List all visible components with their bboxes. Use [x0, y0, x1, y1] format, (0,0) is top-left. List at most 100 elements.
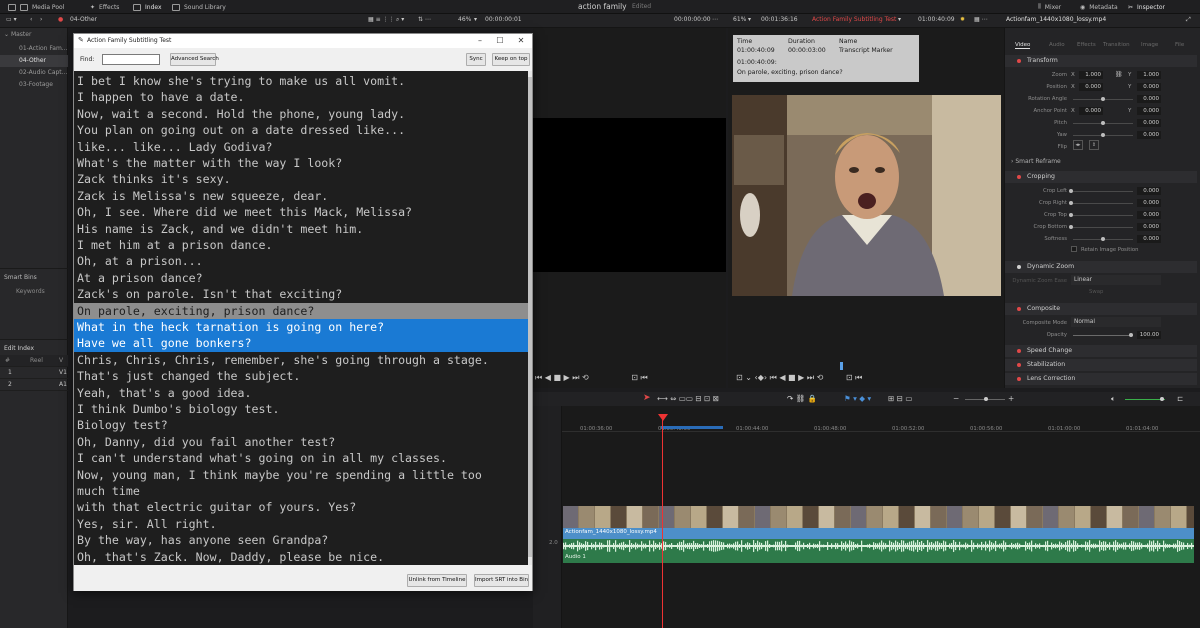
source-transport-controls[interactable]: ⏮ ◀ ■ ▶ ⏭ ⟲ ⊡ ⏮: [533, 373, 648, 383]
enable-dot-icon[interactable]: [1017, 265, 1021, 269]
yaw-field[interactable]: 0.000: [1137, 131, 1161, 139]
selection-tool-icon[interactable]: ➤: [643, 393, 651, 403]
retain-checkbox[interactable]: [1071, 246, 1077, 252]
window-titlebar[interactable]: ✎ Action Family Subtitling Test – ☐ ✕: [74, 34, 532, 48]
rotation-field[interactable]: 0.000: [1137, 95, 1161, 103]
index-button[interactable]: Index: [133, 0, 162, 14]
flag-marker-tools[interactable]: ⚑ ▾ ◆ ▾: [844, 394, 871, 403]
sort-icon[interactable]: ⇅ ⋯: [418, 16, 431, 23]
subtitle-line[interactable]: Now, wait a second. Hold the phone, youn…: [74, 106, 528, 122]
volume-slider[interactable]: [1125, 399, 1165, 400]
subtitle-text-area[interactable]: I bet I know she's trying to make us all…: [74, 71, 528, 565]
mixer-button[interactable]: ⫼ Mixer: [1038, 0, 1061, 14]
expand-icon[interactable]: ⤢: [1186, 16, 1191, 24]
anchor-y-field[interactable]: 0.000: [1137, 107, 1161, 115]
crop-bottom-slider[interactable]: [1073, 227, 1133, 228]
tab-audio[interactable]: Audio: [1049, 42, 1065, 48]
record-zoom[interactable]: 61%: [733, 16, 746, 23]
subtitle-line[interactable]: Chris, Chris, Chris, remember, she's goi…: [74, 352, 528, 368]
table-row[interactable]: 1 V1: [0, 367, 68, 379]
tab-effects[interactable]: Effects: [1077, 42, 1096, 48]
slider-knob[interactable]: [1101, 97, 1105, 101]
tab-video[interactable]: Video: [1015, 42, 1031, 49]
crop-top-slider[interactable]: [1073, 215, 1133, 216]
audio-clip[interactable]: Audio 1: [563, 539, 1194, 563]
sun-icon[interactable]: ✹: [960, 16, 965, 23]
subtitle-line[interactable]: Oh, at a prison...: [74, 253, 528, 269]
edit-tools[interactable]: ⟷ ⇔ ▭▭ ⊟ ⊡ ⊠: [657, 394, 719, 403]
subtitle-line[interactable]: Yes, sir. All right.: [74, 516, 528, 532]
subtitle-line[interactable]: Biology test?: [74, 417, 528, 433]
zoom-chevron-icon[interactable]: ▾: [474, 16, 477, 23]
slider-knob[interactable]: [984, 397, 988, 401]
subtitle-line[interactable]: Zack thinks it's sexy.: [74, 171, 528, 187]
zoom-chevron-icon[interactable]: ▾: [748, 16, 751, 23]
enable-dot-icon[interactable]: [1017, 175, 1021, 179]
playhead-handle-icon[interactable]: [658, 414, 668, 421]
search-icon[interactable]: ⌕ ▾: [396, 16, 404, 24]
timeline-name[interactable]: Action Family Subtitling Test: [812, 16, 896, 23]
subtitle-line[interactable]: Now, young man, I think maybe you're spe…: [74, 467, 528, 483]
view-tools[interactable]: ⊞ ⊟ ▭: [888, 394, 912, 403]
subtitle-line[interactable]: I happen to have a date.: [74, 89, 528, 105]
master-bin[interactable]: ⌄ Master: [4, 31, 31, 38]
subtitle-line[interactable]: That's just changed the subject.: [74, 368, 528, 384]
timeline-tracks[interactable]: 01:00:36:00 01:00:40:00 01:00:44:00 01:0…: [562, 406, 1200, 628]
zoom-y-field[interactable]: 1.000: [1137, 71, 1161, 79]
dim-icon[interactable]: ⊏: [1177, 394, 1183, 403]
subtitle-line[interactable]: What's the matter with the way I look?: [74, 155, 528, 171]
crop-left-slider[interactable]: [1073, 191, 1133, 192]
opacity-field[interactable]: 100.00: [1137, 331, 1161, 339]
metadata-button[interactable]: ◉ Metadata: [1080, 0, 1118, 14]
import-srt-button[interactable]: Import SRT into Bin: [474, 574, 529, 587]
subtitle-line[interactable]: Oh, that's Zack. Now, Daddy, please be n…: [74, 549, 528, 565]
subtitle-line[interactable]: Have we all gone bonkers?: [74, 335, 528, 352]
slider-knob[interactable]: [1101, 133, 1105, 137]
position-x-field[interactable]: 0.000: [1079, 83, 1103, 91]
bin-item[interactable]: 02-Audio Capt...: [0, 67, 68, 79]
slider-knob[interactable]: [1101, 237, 1105, 241]
softness-field[interactable]: 0.000: [1137, 235, 1161, 243]
crop-left-field[interactable]: 0.000: [1137, 187, 1161, 195]
panel-toggle-icon[interactable]: ▭ ▾: [6, 16, 17, 23]
position-y-field[interactable]: 0.000: [1137, 83, 1161, 91]
dynamic-zoom-ease-select[interactable]: Linear: [1071, 275, 1161, 285]
sync-button[interactable]: Sync: [466, 53, 486, 66]
subtitle-line[interactable]: Zack is Melissa's new squeeze, dear.: [74, 188, 528, 204]
enable-dot-icon[interactable]: [1017, 307, 1021, 311]
smart-reframe-section[interactable]: › Smart Reframe: [1011, 158, 1061, 165]
find-input[interactable]: [102, 54, 160, 65]
smart-bin-keywords[interactable]: Keywords: [16, 288, 45, 295]
slider-knob[interactable]: [1069, 189, 1073, 193]
link-icon[interactable]: ⛓: [1115, 71, 1123, 78]
stabilization-section[interactable]: Stabilization: [1005, 359, 1197, 371]
speaker-icon[interactable]: 🔈︎: [1111, 394, 1116, 404]
flip-horizontal-icon[interactable]: ◂▸: [1073, 140, 1083, 150]
marker-range[interactable]: [661, 426, 723, 429]
bin-item-selected[interactable]: 04-Other: [0, 55, 68, 67]
speed-change-section[interactable]: Speed Change: [1005, 345, 1197, 357]
sound-library-button[interactable]: Sound Library: [172, 0, 226, 14]
slider-knob[interactable]: [1069, 201, 1073, 205]
crop-top-field[interactable]: 0.000: [1137, 211, 1161, 219]
scrollbar[interactable]: [528, 71, 532, 565]
inspector-button[interactable]: ✂ Inspector: [1128, 0, 1165, 14]
timeline-chevron-icon[interactable]: ▾: [898, 16, 901, 23]
crop-right-slider[interactable]: [1073, 203, 1133, 204]
enable-dot-icon[interactable]: [1017, 59, 1021, 63]
subtitle-line[interactable]: By the way, has anyone seen Grandpa?: [74, 532, 528, 548]
swap-button[interactable]: Swap: [1089, 289, 1103, 295]
enable-dot-icon[interactable]: [1017, 377, 1021, 381]
subtitle-line[interactable]: Yeah, that's a good idea.: [74, 385, 528, 401]
nav-forward-icon[interactable]: ›: [40, 16, 42, 23]
subtitle-line[interactable]: I bet I know she's trying to make us all…: [74, 73, 528, 89]
crop-bottom-field[interactable]: 0.000: [1137, 223, 1161, 231]
subtitle-line[interactable]: What in the heck tarnation is going on h…: [74, 319, 528, 336]
composite-section[interactable]: Composite: [1005, 303, 1197, 315]
subtitle-line[interactable]: Oh, Danny, did you fail another test?: [74, 434, 528, 450]
pitch-field[interactable]: 0.000: [1137, 119, 1161, 127]
transform-section[interactable]: Transform: [1005, 55, 1197, 67]
subtitle-line[interactable]: Oh, I see. Where did we meet this Mack, …: [74, 204, 528, 220]
slider-knob[interactable]: [1069, 213, 1073, 217]
keep-on-top-button[interactable]: Keep on top: [492, 53, 530, 66]
